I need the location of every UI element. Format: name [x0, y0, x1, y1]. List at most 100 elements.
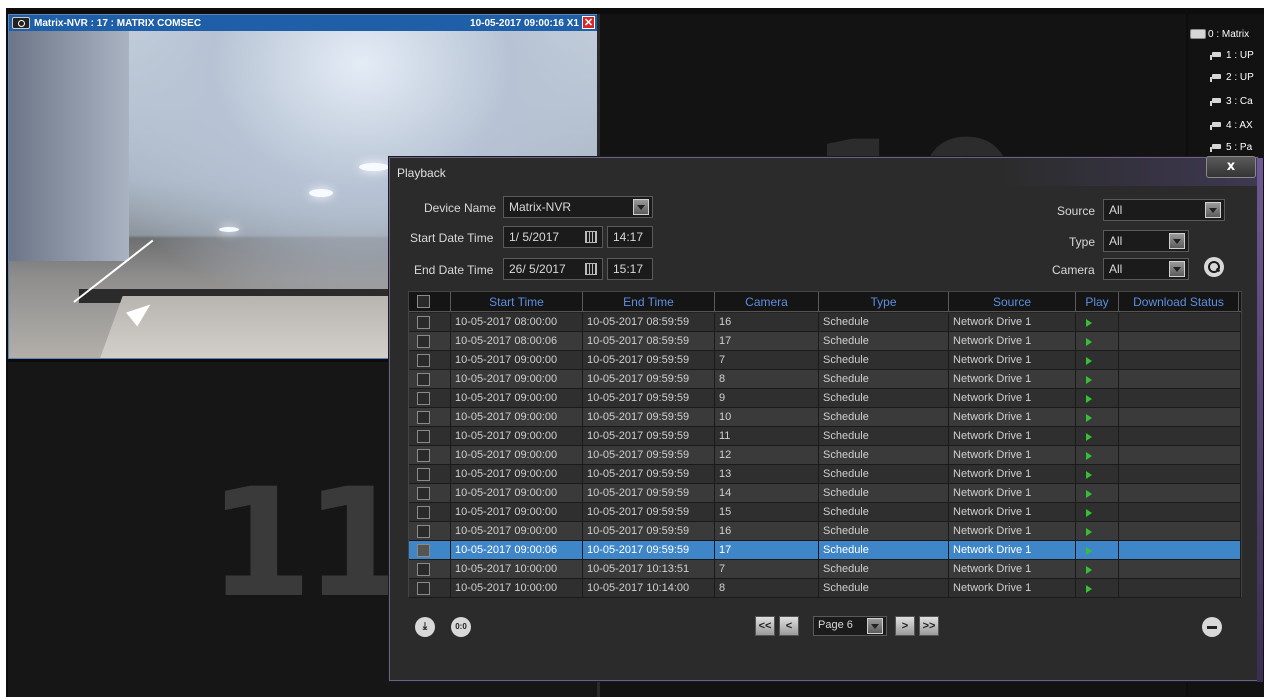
column-type[interactable]: Type — [819, 292, 949, 312]
type-select[interactable]: All — [1103, 230, 1189, 252]
play-icon[interactable] — [1086, 452, 1092, 460]
play-icon[interactable] — [1086, 471, 1092, 479]
cell-select — [409, 351, 451, 370]
row-checkbox[interactable] — [417, 563, 430, 576]
row-checkbox[interactable] — [417, 335, 430, 348]
end-date-field[interactable]: 26/ 5/2017 — [503, 258, 603, 280]
play-icon[interactable] — [1086, 414, 1092, 422]
table-row[interactable]: 10-05-2017 10:00:00 10-05-2017 10:13:51 7 S… — [409, 560, 1241, 579]
tree-item-camera[interactable]: 5 : Pa — [1210, 139, 1252, 155]
close-icon[interactable]: ✕ — [582, 16, 595, 29]
chevron-down-icon[interactable] — [867, 618, 883, 634]
cell-type: Schedule — [819, 541, 949, 560]
camera-icon — [1210, 73, 1222, 82]
search-icon[interactable] — [1204, 257, 1224, 277]
table-row[interactable]: 10-05-2017 09:00:00 10-05-2017 09:59:59 16… — [409, 522, 1241, 541]
row-checkbox[interactable] — [417, 316, 430, 329]
cell-end: 10-05-2017 09:59:59 — [583, 427, 715, 446]
row-checkbox[interactable] — [417, 525, 430, 538]
row-checkbox[interactable] — [417, 468, 430, 481]
table-row[interactable]: 10-05-2017 09:00:00 10-05-2017 09:59:59 7 S… — [409, 351, 1241, 370]
table-row[interactable]: 10-05-2017 09:00:00 10-05-2017 09:59:59 8 S… — [409, 370, 1241, 389]
tile-number-11: 11 — [208, 457, 409, 631]
end-time-field[interactable]: 15:17 — [607, 258, 653, 280]
play-icon[interactable] — [1086, 357, 1092, 365]
start-date-field[interactable]: 1/ 5/2017 — [503, 226, 603, 248]
table-row[interactable]: 10-05-2017 09:00:00 10-05-2017 09:59:59 9 S… — [409, 389, 1241, 408]
cell-download-status — [1119, 408, 1241, 427]
first-page-button[interactable]: << — [755, 616, 775, 636]
play-icon[interactable] — [1086, 319, 1092, 327]
left-strip — [0, 8, 6, 697]
table-row[interactable]: 10-05-2017 09:00:00 10-05-2017 09:59:59 10… — [409, 408, 1241, 427]
play-icon[interactable] — [1086, 433, 1092, 441]
chevron-down-icon[interactable] — [1169, 233, 1185, 249]
page-select[interactable]: Page 6 — [813, 616, 887, 636]
play-icon[interactable] — [1086, 547, 1092, 555]
column-end-time[interactable]: End Time — [583, 292, 715, 312]
table-row[interactable]: 10-05-2017 09:00:00 10-05-2017 09:59:59 11… — [409, 427, 1241, 446]
table-row[interactable]: 10-05-2017 09:00:00 10-05-2017 09:59:59 15… — [409, 503, 1241, 522]
calendar-icon[interactable] — [585, 231, 597, 243]
column-source[interactable]: Source — [949, 292, 1076, 312]
tree-item-camera[interactable]: 3 : Ca — [1210, 93, 1253, 109]
row-checkbox[interactable] — [417, 487, 430, 500]
select-all-checkbox[interactable] — [417, 295, 430, 308]
download-icon[interactable]: ⤓ — [415, 617, 435, 637]
cell-camera: 16 — [715, 313, 819, 332]
table-row[interactable]: 10-05-2017 08:00:00 10-05-2017 08:59:59 16… — [409, 313, 1241, 332]
row-checkbox[interactable] — [417, 411, 430, 424]
sync-button[interactable]: 0:0 — [451, 617, 471, 637]
row-checkbox[interactable] — [417, 449, 430, 462]
row-checkbox[interactable] — [417, 392, 430, 405]
device-name-select[interactable]: Matrix-NVR — [503, 196, 653, 218]
camera-select[interactable]: All — [1103, 258, 1189, 280]
row-checkbox[interactable] — [417, 506, 430, 519]
play-icon[interactable] — [1086, 338, 1092, 346]
tree-item-camera[interactable]: 2 : UP — [1210, 69, 1254, 85]
table-row[interactable]: 10-05-2017 09:00:00 10-05-2017 09:59:59 12… — [409, 446, 1241, 465]
last-page-button[interactable]: >> — [919, 616, 939, 636]
cell-type: Schedule — [819, 408, 949, 427]
play-icon[interactable] — [1086, 395, 1092, 403]
chevron-down-icon[interactable] — [1205, 202, 1221, 218]
column-camera[interactable]: Camera — [715, 292, 819, 312]
play-icon[interactable] — [1086, 566, 1092, 574]
cell-end: 10-05-2017 09:59:59 — [583, 370, 715, 389]
next-page-button[interactable]: > — [895, 616, 915, 636]
row-checkbox[interactable] — [417, 373, 430, 386]
chevron-down-icon[interactable] — [1169, 261, 1185, 277]
table-row[interactable]: 10-05-2017 09:00:00 10-05-2017 09:59:59 13… — [409, 465, 1241, 484]
record-icon[interactable] — [12, 17, 30, 29]
chevron-down-icon[interactable] — [633, 199, 649, 215]
column-download-status[interactable]: Download Status — [1119, 292, 1239, 312]
play-icon[interactable] — [1086, 376, 1092, 384]
play-icon[interactable] — [1086, 585, 1092, 593]
source-select[interactable]: All — [1103, 199, 1225, 221]
row-checkbox[interactable] — [417, 354, 430, 367]
folder-icon[interactable]: ▬ — [1202, 617, 1222, 637]
column-play[interactable]: Play — [1076, 292, 1119, 312]
cell-download-status — [1119, 579, 1241, 598]
play-icon[interactable] — [1086, 490, 1092, 498]
play-icon[interactable] — [1086, 528, 1092, 536]
dialog-close-button[interactable]: x — [1206, 156, 1256, 178]
calendar-icon[interactable] — [585, 263, 597, 275]
row-checkbox[interactable] — [417, 544, 430, 557]
table-row[interactable]: 10-05-2017 08:00:06 10-05-2017 08:59:59 17… — [409, 332, 1241, 351]
column-start-time[interactable]: Start Time — [451, 292, 583, 312]
table-row[interactable]: 10-05-2017 09:00:00 10-05-2017 09:59:59 14… — [409, 484, 1241, 503]
tree-item-camera[interactable]: 1 : UP — [1210, 47, 1254, 63]
nvr-icon — [1190, 29, 1206, 39]
table-row[interactable]: 10-05-2017 10:00:00 10-05-2017 10:14:00 8 S… — [409, 579, 1241, 598]
cell-download-status — [1119, 351, 1241, 370]
tree-item-nvr[interactable]: 0 : Matrix — [1190, 26, 1249, 42]
start-time-field[interactable]: 14:17 — [607, 226, 653, 248]
row-checkbox[interactable] — [417, 582, 430, 595]
row-checkbox[interactable] — [417, 430, 430, 443]
cell-download-status — [1119, 560, 1241, 579]
tree-item-camera[interactable]: 4 : AX — [1210, 117, 1253, 133]
table-row[interactable]: 10-05-2017 09:00:06 10-05-2017 09:59:59 17… — [409, 541, 1241, 560]
prev-page-button[interactable]: < — [779, 616, 799, 636]
play-icon[interactable] — [1086, 509, 1092, 517]
